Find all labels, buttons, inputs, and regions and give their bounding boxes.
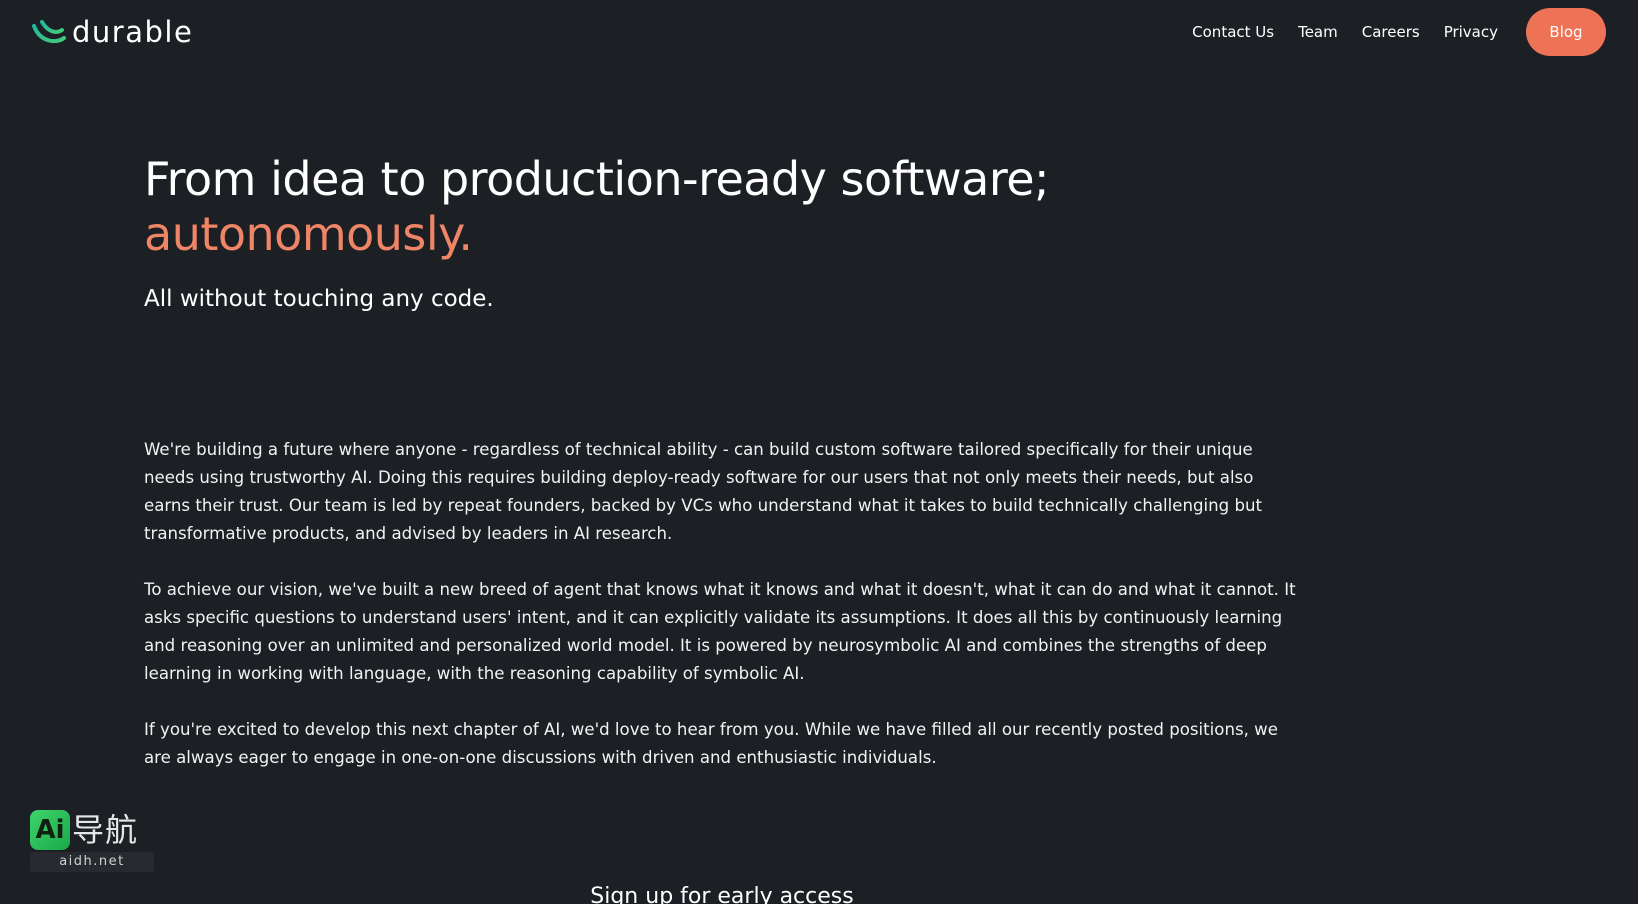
mission-paragraph-2: To achieve our vision, we've built a new… [144, 580, 1296, 683]
watermark-url: aidh.net [30, 852, 154, 872]
brand-name: durable [72, 15, 194, 49]
mission-text: We're building a future where anyone - r… [144, 436, 1304, 800]
main-nav: Contact Us Team Careers Privacy Blog [1192, 8, 1606, 56]
hero-title-accent: autonomously. [144, 207, 473, 261]
hero-subtitle: All without touching any code. [144, 286, 494, 312]
nav-link-team[interactable]: Team [1298, 23, 1338, 41]
watermark: Ai 导航 aidh.net [30, 810, 154, 874]
nav-link-privacy[interactable]: Privacy [1444, 23, 1498, 41]
nav-link-contact-us[interactable]: Contact Us [1192, 23, 1274, 41]
hero-title: From idea to production-ready software; … [144, 152, 1344, 262]
mission-paragraph-1: We're building a future where anyone - r… [144, 440, 1262, 543]
brand-logo[interactable]: durable [32, 14, 193, 50]
signup-heading: Sign up for early access [590, 884, 854, 904]
hero-title-line: From idea to production-ready software; [144, 152, 1050, 206]
nav-link-careers[interactable]: Careers [1362, 23, 1420, 41]
watermark-badge-icon: Ai [30, 810, 70, 850]
watermark-text: 导航 [72, 811, 139, 849]
blog-button[interactable]: Blog [1526, 8, 1606, 56]
site-header: durable Contact Us Team Careers Privacy … [0, 0, 1638, 64]
mission-paragraph-3: If you're excited to develop this next c… [144, 720, 1278, 767]
page: durable Contact Us Team Careers Privacy … [0, 0, 1638, 904]
durable-leaf-icon [32, 20, 66, 44]
